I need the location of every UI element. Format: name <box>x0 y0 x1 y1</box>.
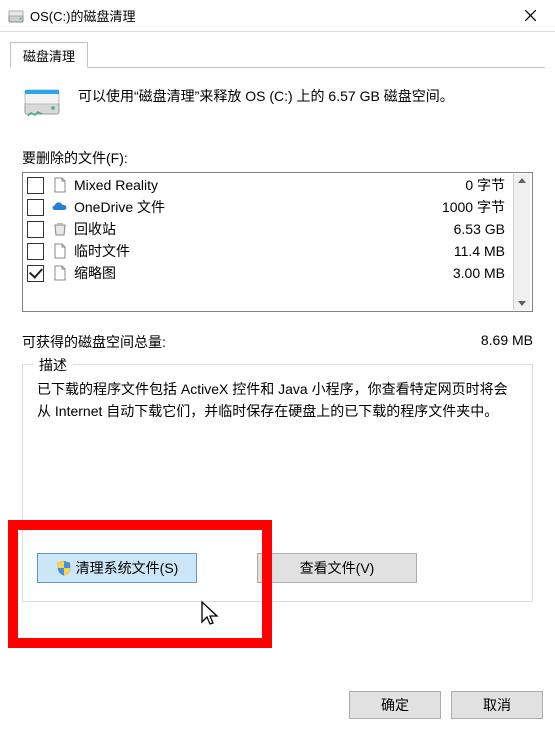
file-row[interactable]: Mixed Reality0 字节 <box>25 174 513 196</box>
file-name: Mixed Reality <box>74 177 421 193</box>
cancel-button[interactable]: 取消 <box>451 691 543 719</box>
file-row[interactable]: 缩略图3.00 MB <box>25 262 513 284</box>
drive-icon <box>8 8 24 24</box>
close-icon <box>525 10 536 21</box>
clean-system-files-button[interactable]: 清理系统文件(S) <box>37 553 197 583</box>
total-gain-label: 可获得的磁盘空间总量: <box>22 332 166 352</box>
description-group: 描述 已下载的程序文件包括 ActiveX 控件和 Java 小程序，你查看特定… <box>22 364 533 602</box>
cancel-label: 取消 <box>483 695 511 715</box>
files-list[interactable]: Mixed Reality0 字节OneDrive 文件1000 字节回收站6.… <box>25 174 513 310</box>
file-checkbox[interactable] <box>27 199 44 216</box>
file-name: 临时文件 <box>74 241 421 261</box>
titlebar: OS(C:)的磁盘清理 <box>0 0 555 32</box>
total-gain-value: 8.69 MB <box>481 332 533 352</box>
close-button[interactable] <box>507 1 553 31</box>
onedrive-icon <box>52 199 68 215</box>
scrollbar[interactable] <box>513 174 530 310</box>
ok-button[interactable]: 确定 <box>349 691 441 719</box>
files-list-box: Mixed Reality0 字节OneDrive 文件1000 字节回收站6.… <box>22 172 533 312</box>
ok-label: 确定 <box>381 695 409 715</box>
file-name: OneDrive 文件 <box>74 197 421 217</box>
scroll-up-icon[interactable] <box>518 178 526 183</box>
file-name: 缩略图 <box>74 263 421 283</box>
file-row[interactable]: OneDrive 文件1000 字节 <box>25 196 513 218</box>
file-checkbox[interactable] <box>27 243 44 260</box>
file-checkbox[interactable] <box>27 177 44 194</box>
view-files-label: 查看文件(V) <box>300 558 375 578</box>
file-icon <box>52 243 68 259</box>
shield-icon <box>56 560 72 576</box>
file-name: 回收站 <box>74 219 421 239</box>
intro-text: 可以使用“磁盘清理”来释放 OS (C:) 上的 6.57 GB 磁盘空间。 <box>78 80 454 106</box>
file-checkbox[interactable] <box>27 265 44 282</box>
file-icon <box>52 265 68 281</box>
file-size: 11.4 MB <box>421 243 511 259</box>
tab-disk-cleanup[interactable]: 磁盘清理 <box>10 42 88 68</box>
file-row[interactable]: 临时文件11.4 MB <box>25 240 513 262</box>
window-title: OS(C:)的磁盘清理 <box>30 6 507 25</box>
scroll-down-icon[interactable] <box>518 301 526 306</box>
file-checkbox[interactable] <box>27 221 44 238</box>
disk-cleanup-icon <box>22 82 62 122</box>
file-size: 3.00 MB <box>421 265 511 281</box>
view-files-button[interactable]: 查看文件(V) <box>257 553 417 583</box>
file-row[interactable]: 回收站6.53 GB <box>25 218 513 240</box>
description-text: 已下载的程序文件包括 ActiveX 控件和 Java 小程序，你查看特定网页时… <box>37 379 518 455</box>
tabstrip: 磁盘清理 <box>10 42 545 68</box>
file-size: 1000 字节 <box>421 197 511 217</box>
files-to-delete-label: 要删除的文件(F): <box>22 148 533 168</box>
file-icon <box>52 177 68 193</box>
file-size: 0 字节 <box>421 175 511 195</box>
description-legend: 描述 <box>33 355 73 375</box>
file-size: 6.53 GB <box>421 221 511 237</box>
recycle-bin-icon <box>52 221 68 237</box>
clean-system-files-label: 清理系统文件(S) <box>76 558 179 578</box>
